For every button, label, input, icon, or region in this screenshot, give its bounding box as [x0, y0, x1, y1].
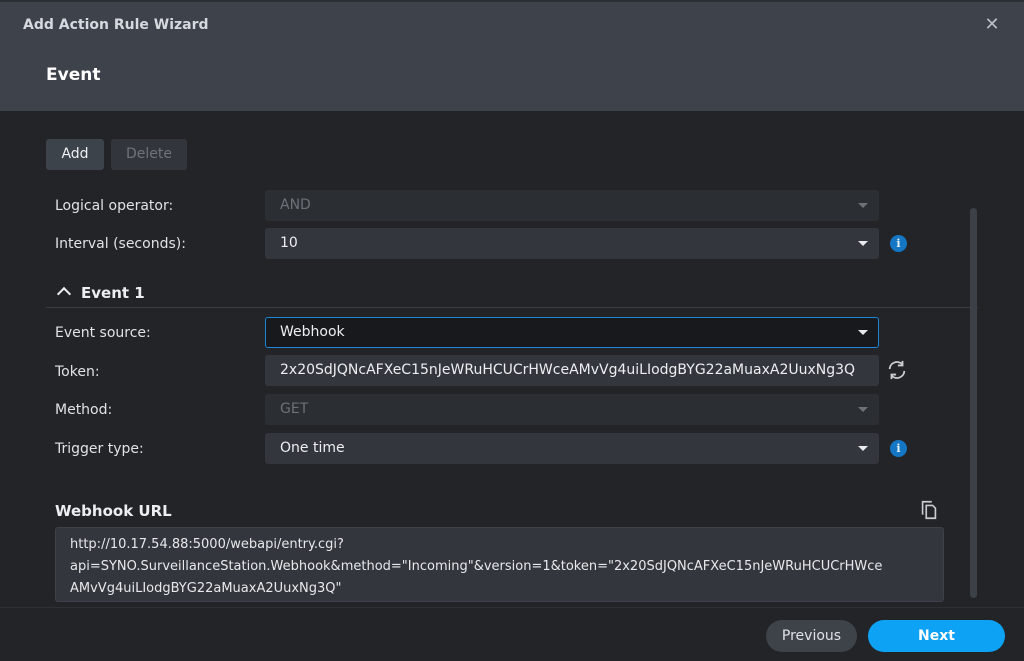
token-label: Token:	[55, 364, 100, 380]
event-source-select[interactable]: Webhook	[265, 317, 879, 348]
trigger-type-value: One time	[280, 440, 345, 456]
event-1-section-toggle[interactable]: Event 1	[56, 284, 145, 302]
method-label: Method:	[55, 402, 113, 418]
logical-operator-label: Logical operator:	[55, 198, 174, 214]
scrollbar[interactable]	[970, 208, 977, 598]
event-source-label: Event source:	[55, 325, 151, 341]
info-icon[interactable]: i	[890, 440, 907, 457]
event-source-value: Webhook	[280, 324, 345, 340]
section-divider	[46, 307, 978, 308]
delete-button[interactable]: Delete	[111, 139, 187, 170]
trigger-type-select[interactable]: One time	[265, 433, 879, 464]
trigger-type-label: Trigger type:	[55, 441, 144, 457]
chevron-down-icon	[858, 203, 868, 208]
add-action-rule-wizard: Add Action Rule Wizard ✕ Event Add Delet…	[0, 0, 1024, 661]
chevron-down-icon	[858, 407, 868, 412]
add-button[interactable]: Add	[46, 139, 104, 170]
wizard-header: Add Action Rule Wizard ✕ Event	[0, 2, 1024, 111]
webhook-url-line: http://10.17.54.88:5000/webapi/entry.cgi…	[70, 537, 344, 552]
interval-value: 10	[280, 235, 298, 251]
copy-icon[interactable]	[918, 499, 940, 521]
next-button[interactable]: Next	[868, 620, 1005, 652]
footer-divider	[0, 607, 1024, 608]
interval-select[interactable]: 10	[265, 228, 879, 259]
previous-button[interactable]: Previous	[766, 620, 857, 652]
token-value: 2x20SdJQNcAFXeC15nJeWRuHCUCrHWceAMvVg4ui…	[280, 362, 856, 378]
step-title: Event	[46, 65, 101, 85]
logical-operator-select[interactable]: AND	[265, 190, 879, 221]
event-1-title: Event 1	[81, 284, 145, 302]
method-select[interactable]: GET	[265, 394, 879, 425]
interval-label: Interval (seconds):	[55, 236, 186, 252]
info-icon[interactable]: i	[890, 235, 907, 252]
webhook-url-line: api=SYNO.SurveillanceStation.Webhook&met…	[70, 559, 883, 574]
token-field[interactable]: 2x20SdJQNcAFXeC15nJeWRuHCUCrHWceAMvVg4ui…	[265, 355, 879, 386]
chevron-down-icon	[858, 446, 868, 451]
chevron-down-icon	[858, 241, 868, 246]
refresh-icon[interactable]	[886, 359, 908, 381]
webhook-url-title: Webhook URL	[55, 502, 172, 520]
webhook-url-box[interactable]: http://10.17.54.88:5000/webapi/entry.cgi…	[55, 527, 944, 602]
close-icon[interactable]: ✕	[982, 15, 1002, 35]
window-title: Add Action Rule Wizard	[23, 17, 209, 33]
method-value: GET	[280, 401, 309, 417]
webhook-url-line: AMvVg4uiLIodgBYG22aMuaxA2UuxNg3Q"	[70, 581, 342, 596]
logical-operator-value: AND	[280, 197, 311, 213]
chevron-down-icon	[858, 330, 868, 335]
chevron-up-icon	[56, 286, 72, 302]
